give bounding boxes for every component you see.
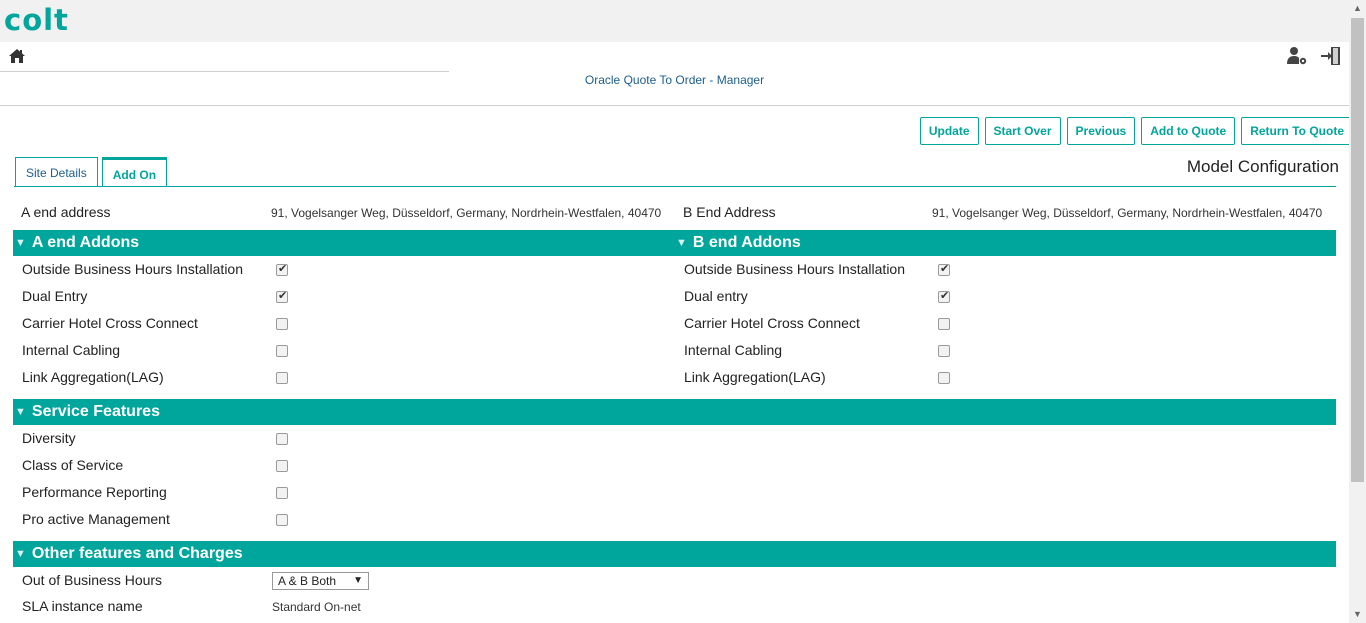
out-of-business-hours-select[interactable]: A & B Both ▼ (272, 572, 369, 590)
service-feature-label: Pro active Management (22, 511, 170, 527)
out-of-business-hours-label: Out of Business Hours (22, 572, 163, 588)
update-button[interactable]: Update (919, 117, 979, 145)
performance-reporting-checkbox[interactable] (276, 487, 288, 499)
b-end-addons-title: B end Addons (692, 234, 801, 251)
a-end-addons-title: A end Addons (31, 234, 140, 251)
tab-bar: Site Details Add On (15, 157, 168, 187)
b-addon-label: Dual entry (684, 288, 748, 304)
a-carrier-hotel-checkbox[interactable] (276, 318, 288, 330)
scroll-down-arrow-icon[interactable]: ▼ (1349, 606, 1366, 623)
user-settings-icon[interactable] (1286, 46, 1308, 66)
logout-icon[interactable] (1320, 45, 1342, 67)
vertical-scrollbar[interactable]: ▲ ▼ (1349, 0, 1366, 623)
b-outside-hours-checkbox[interactable] (938, 262, 950, 276)
home-divider (0, 71, 449, 72)
tab-add-on[interactable]: Add On (101, 157, 168, 187)
b-lag-checkbox[interactable] (938, 372, 950, 384)
service-feature-label: Class of Service (22, 457, 124, 473)
a-lag-checkbox[interactable] (276, 372, 288, 384)
other-features-header[interactable]: ▼ Other features and Charges (15, 545, 243, 563)
b-addon-label: Internal Cabling (684, 342, 783, 358)
action-buttons: Update Start Over Previous Add to Quote … (919, 117, 1353, 145)
a-end-address-label: A end address (21, 204, 111, 220)
other-features-bar: ▼ Other features and Charges (13, 541, 1336, 567)
other-features-title: Other features and Charges (31, 545, 243, 562)
b-internal-cabling-checkbox[interactable] (938, 345, 950, 357)
b-addon-label: Link Aggregation(LAG) (684, 369, 826, 385)
dropdown-caret-icon: ▼ (353, 575, 363, 586)
header-divider (0, 105, 1349, 106)
b-end-addons-header[interactable]: ▼ B end Addons (676, 234, 801, 252)
collapse-triangle-icon: ▼ (676, 237, 687, 249)
b-end-address-label: B End Address (683, 204, 776, 220)
service-features-header[interactable]: ▼ Service Features (15, 403, 160, 421)
scroll-up-arrow-icon[interactable]: ▲ (1349, 0, 1366, 17)
proactive-management-checkbox[interactable] (276, 514, 288, 526)
a-outside-hours-checkbox[interactable] (276, 262, 288, 276)
a-addon-label: Outside Business Hours Installation (22, 261, 243, 277)
a-addon-label: Link Aggregation(LAG) (22, 369, 164, 385)
sla-instance-label: SLA instance name (22, 598, 143, 614)
add-to-quote-button[interactable]: Add to Quote (1141, 117, 1236, 145)
previous-button[interactable]: Previous (1066, 117, 1136, 145)
service-feature-label: Performance Reporting (22, 484, 167, 500)
tab-site-details[interactable]: Site Details (15, 157, 98, 187)
colt-logo[interactable]: colt (4, 3, 69, 37)
diversity-checkbox[interactable] (276, 433, 288, 445)
start-over-button[interactable]: Start Over (984, 117, 1061, 145)
a-addon-label: Carrier Hotel Cross Connect (22, 315, 198, 331)
a-end-addons-header[interactable]: ▼ A end Addons (15, 234, 139, 252)
scroll-thumb[interactable] (1351, 18, 1364, 482)
service-features-title: Service Features (31, 403, 160, 420)
collapse-triangle-icon: ▼ (15, 237, 26, 249)
b-carrier-hotel-checkbox[interactable] (938, 318, 950, 330)
b-dual-entry-checkbox[interactable] (938, 289, 950, 303)
a-end-address-value: 91, Vogelsanger Weg, Düsseldorf, Germany… (271, 206, 662, 220)
out-of-business-hours-value: A & B Both (278, 574, 337, 588)
model-configuration-title: Model Configuration (1186, 157, 1339, 176)
addons-section-bar: ▼ A end Addons ▼ B end Addons (13, 230, 1336, 256)
home-icon[interactable] (8, 47, 26, 65)
top-bar: colt (0, 0, 1349, 42)
a-internal-cabling-checkbox[interactable] (276, 345, 288, 357)
class-of-service-checkbox[interactable] (276, 460, 288, 472)
collapse-triangle-icon: ▼ (15, 548, 26, 560)
collapse-triangle-icon: ▼ (15, 406, 26, 418)
a-addon-label: Dual Entry (22, 288, 88, 304)
a-dual-entry-checkbox[interactable] (276, 289, 288, 303)
service-feature-label: Diversity (22, 430, 76, 446)
sla-instance-value: Standard On-net (272, 600, 361, 614)
tab-underline (14, 186, 1336, 187)
service-features-bar: ▼ Service Features (13, 399, 1336, 425)
b-addon-label: Outside Business Hours Installation (684, 261, 905, 277)
b-end-address-value: 91, Vogelsanger Weg, Düsseldorf, Germany… (932, 206, 1323, 220)
return-to-quote-button[interactable]: Return To Quote (1241, 117, 1353, 145)
b-addon-label: Carrier Hotel Cross Connect (684, 315, 860, 331)
app-title: Oracle Quote To Order - Manager (584, 73, 765, 87)
a-addon-label: Internal Cabling (22, 342, 121, 358)
